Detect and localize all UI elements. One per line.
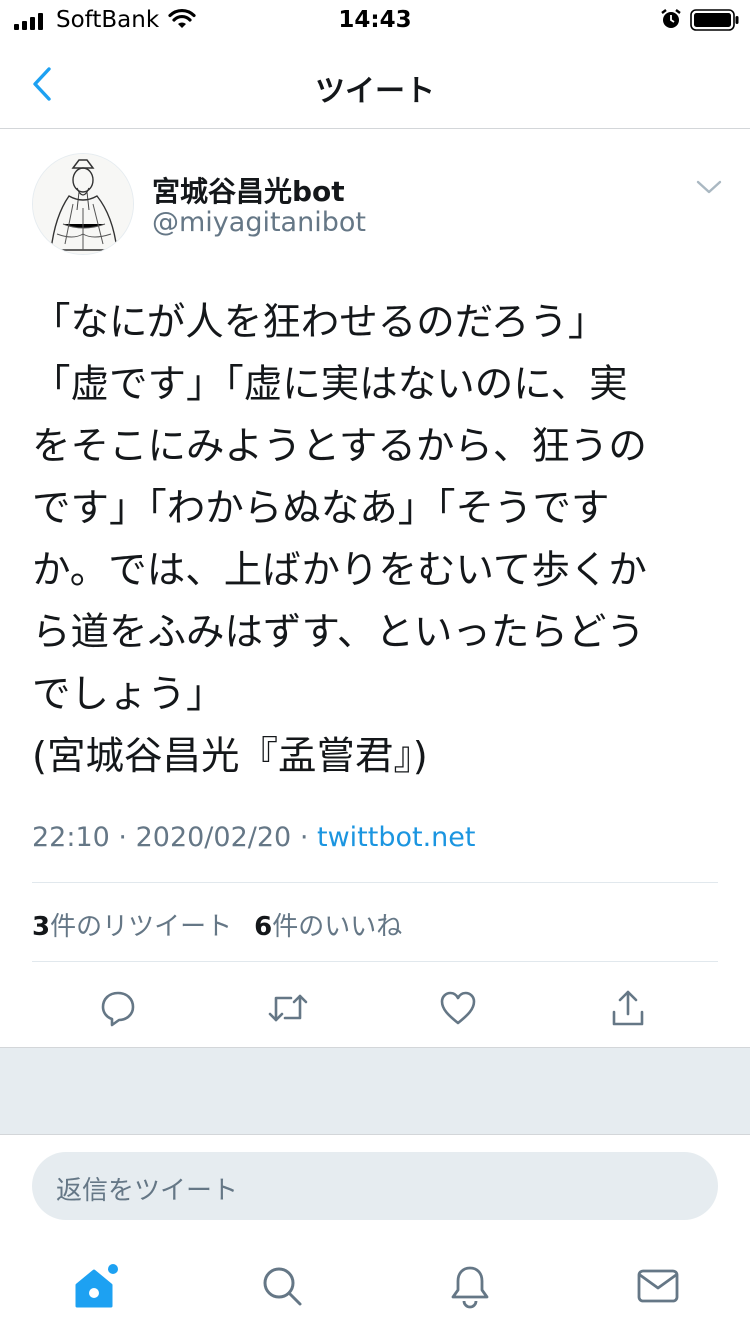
tab-bar [0, 1240, 750, 1334]
tweet-time: 22:10 [32, 822, 110, 853]
navigation-bar: ツイート [0, 40, 750, 129]
retweet-button[interactable] [264, 984, 312, 1032]
retweets-label: 件のリツイート [50, 912, 233, 942]
tweet-text-line: 「虚です」「虚に実はないのに、実 [32, 362, 628, 407]
tweet-text-line: です」「わからぬなあ」「そうです [32, 486, 610, 531]
tweet-stats: 3件のリツイート 6件のいいね [32, 906, 402, 943]
reply-input[interactable]: 返信をツイート [32, 1152, 718, 1220]
retweet-icon [268, 994, 308, 1022]
tweet-meta: 22:10 · 2020/02/20 · twittbot.net [32, 822, 475, 853]
divider [32, 961, 718, 962]
chevron-down-icon [696, 180, 722, 194]
tab-notifications[interactable] [440, 1258, 500, 1314]
retweets-stat[interactable]: 3件のリツイート [32, 906, 232, 943]
reply-button[interactable] [94, 984, 142, 1032]
like-icon [440, 991, 476, 1025]
status-bar: SoftBank 14:43 [0, 0, 750, 40]
user-handle[interactable]: @miyagitanibot [152, 207, 366, 238]
reply-placeholder: 返信をツイート [56, 1176, 239, 1206]
tweet-options-button[interactable] [694, 172, 724, 202]
notifications-icon [451, 1266, 489, 1309]
meta-separator: · [118, 822, 127, 853]
like-button[interactable] [434, 984, 482, 1032]
tweet-text-line: (宮城谷昌光『孟嘗君』) [32, 734, 428, 779]
tweet-actions [0, 980, 750, 1036]
search-icon [263, 1267, 302, 1306]
tweet-text-line: ら道をふみはずす、といったらどう [32, 610, 645, 655]
avatar[interactable] [32, 153, 134, 255]
tab-messages[interactable] [628, 1258, 688, 1314]
clock: 14:43 [338, 7, 412, 33]
avatar-portrait-illustration [33, 154, 133, 254]
tweet-text-line: をそこにみようとするから、狂うの [32, 424, 647, 469]
divider [32, 882, 718, 883]
reply-icon [101, 991, 135, 1027]
tweet-text-line: か。では、上ばかりをむいて歩くか [32, 548, 647, 593]
display-name[interactable]: 宮城谷昌光bot [152, 170, 345, 210]
likes-count: 6 [254, 912, 273, 942]
likes-label: 件のいいね [272, 912, 403, 942]
messages-icon [637, 1269, 679, 1303]
tweet-source-link[interactable]: twittbot.net [317, 822, 475, 853]
battery-icon [690, 9, 739, 31]
tab-home[interactable] [64, 1258, 124, 1314]
likes-stat[interactable]: 6件のいいね [254, 906, 402, 943]
home-icon [75, 1264, 118, 1308]
tab-search[interactable] [252, 1258, 312, 1314]
tweet-text-line: 「なにが人を狂わせるのだろう」 [32, 300, 607, 345]
alarm-icon [661, 9, 681, 28]
retweets-count: 3 [32, 912, 51, 942]
tweet-text-line: でしょう」 [32, 672, 225, 717]
page-title: ツイート [315, 74, 435, 109]
replies-area [0, 1047, 750, 1135]
tweet-text: 「なにが人を狂わせるのだろう」 「虚です」「虚に実はないのに、実 をそこにみよう… [32, 292, 722, 788]
tweet-date: 2020/02/20 [135, 822, 292, 853]
share-button[interactable] [604, 984, 652, 1032]
share-icon [612, 990, 644, 1026]
meta-separator: · [299, 822, 309, 853]
